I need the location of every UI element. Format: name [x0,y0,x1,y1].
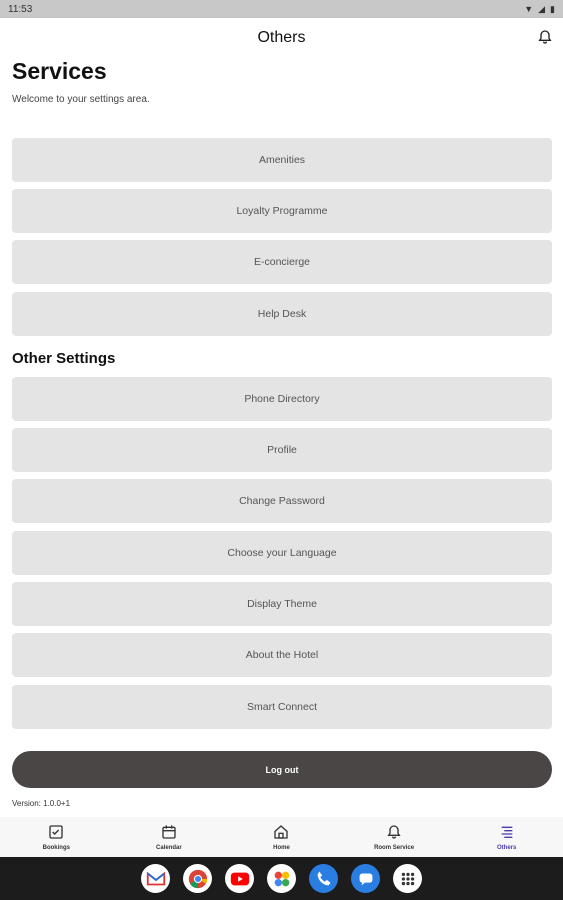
youtube-icon[interactable] [225,864,254,893]
nav-item-others[interactable]: Others [450,817,563,857]
app-drawer-icon[interactable] [393,864,422,893]
bottom-nav: Bookings Calendar Home Room Service Othe… [0,817,563,857]
status-time: 11:53 [8,3,33,15]
nav-label-calendar: Calendar [156,845,182,851]
page-subtitle: Welcome to your settings area. [12,94,150,105]
bell-icon [387,825,401,839]
notification-bell-icon[interactable] [537,28,553,46]
nav-item-room-service[interactable]: Room Service [338,817,451,857]
page-title: Services [12,58,107,84]
phone-directory-button[interactable]: Phone Directory [12,377,552,421]
signal-icon: ◢ [538,3,546,14]
photos-icon[interactable] [267,864,296,893]
nav-label-home: Home [273,845,290,851]
choose-language-button[interactable]: Choose your Language [12,531,552,575]
logout-button[interactable]: Log out [12,751,552,788]
help-desk-button[interactable]: Help Desk [12,292,552,336]
about-hotel-button[interactable]: About the Hotel [12,633,552,677]
change-password-button[interactable]: Change Password [12,479,552,523]
nav-item-calendar[interactable]: Calendar [113,817,226,857]
amenities-button[interactable]: Amenities [12,138,552,182]
app-bar: Others [0,18,563,58]
check-square-icon [49,825,63,839]
nav-item-bookings[interactable]: Bookings [0,817,113,857]
messages-icon[interactable] [351,864,380,893]
nav-label-room-service: Room Service [374,845,415,851]
android-dock [0,857,563,900]
version-text: Version: 1.0.0+1 [12,799,71,808]
wifi-icon: ▼ [524,4,534,14]
chrome-icon[interactable] [183,864,212,893]
phone-icon[interactable] [309,864,338,893]
nav-label-bookings: Bookings [42,845,70,851]
calendar-icon [162,825,176,839]
gmail-icon[interactable] [141,864,170,893]
app-bar-title: Others [257,29,306,46]
status-bar: 11:53 ▼ ◢ ▮ [0,0,563,18]
e-concierge-button[interactable]: E-concierge [12,240,552,284]
nav-item-home[interactable]: Home [225,817,338,857]
loyalty-programme-button[interactable]: Loyalty Programme [12,189,552,233]
menu-list-icon [501,826,513,838]
battery-icon: ▮ [550,3,555,14]
nav-label-others: Others [497,845,517,851]
profile-button[interactable]: Profile [12,428,552,472]
smart-connect-button[interactable]: Smart Connect [12,685,552,729]
status-icons: ▼ ◢ ▮ [524,4,555,15]
display-theme-button[interactable]: Display Theme [12,582,552,626]
section-title-other-settings: Other Settings [12,350,116,367]
home-icon [274,825,289,839]
